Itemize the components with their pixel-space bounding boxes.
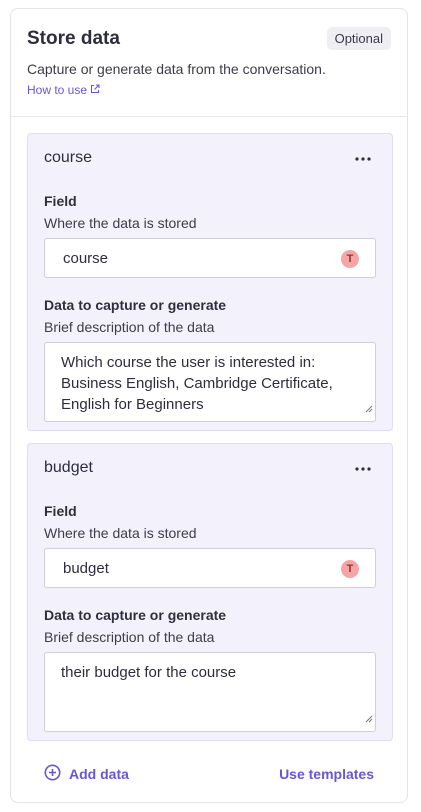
use-templates-button[interactable]: Use templates: [279, 766, 374, 782]
type-badge: T: [341, 560, 359, 578]
data-card-budget: budget Field Where the data is stored bu…: [27, 443, 393, 741]
field-hint: Where the data is stored: [44, 215, 197, 231]
more-horizontal-icon: [355, 458, 371, 476]
panel-footer: Add data Use templates: [11, 761, 407, 791]
card-menu-button[interactable]: [352, 458, 374, 476]
optional-badge: Optional: [326, 27, 391, 50]
field-hint: Where the data is stored: [44, 525, 197, 541]
add-data-label: Add data: [69, 766, 129, 782]
field-input-value: budget: [63, 560, 109, 577]
field-input[interactable]: course T: [44, 238, 376, 278]
description-label: Data to capture or generate: [44, 607, 227, 623]
more-horizontal-icon: [355, 148, 371, 166]
description-hint: Brief description of the data: [44, 629, 215, 645]
field-input-value: course: [63, 250, 109, 267]
plus-circle-icon: [44, 764, 61, 784]
description-text: Which course the user is interested in: …: [61, 354, 333, 413]
panel-header: Store data Optional Capture or generate …: [11, 9, 407, 117]
panel-title: Store data: [27, 28, 120, 49]
panel-subtitle: Capture or generate data from the conver…: [27, 61, 326, 77]
description-textarea[interactable]: their budget for the course: [44, 652, 376, 732]
card-title: budget: [44, 459, 93, 476]
card-title: course: [44, 149, 93, 166]
description-label: Data to capture or generate: [44, 297, 227, 313]
type-badge: T: [341, 250, 359, 268]
description-hint: Brief description of the data: [44, 319, 215, 335]
how-to-use-link[interactable]: How to use: [27, 83, 100, 97]
resize-handle-icon[interactable]: [365, 398, 373, 419]
data-card-course: course Field Where the data is stored co…: [27, 133, 393, 431]
how-to-use-label: How to use: [27, 83, 88, 97]
description-text: their budget for the course: [61, 664, 237, 681]
field-label: Field: [44, 503, 77, 519]
external-link-icon: [90, 83, 100, 97]
field-input[interactable]: budget T: [44, 548, 376, 588]
add-data-button[interactable]: Add data: [44, 764, 129, 784]
resize-handle-icon[interactable]: [365, 708, 373, 729]
description-textarea[interactable]: Which course the user is interested in: …: [44, 342, 376, 422]
card-menu-button[interactable]: [352, 148, 374, 166]
store-data-panel: Store data Optional Capture or generate …: [10, 8, 408, 803]
field-label: Field: [44, 193, 77, 209]
